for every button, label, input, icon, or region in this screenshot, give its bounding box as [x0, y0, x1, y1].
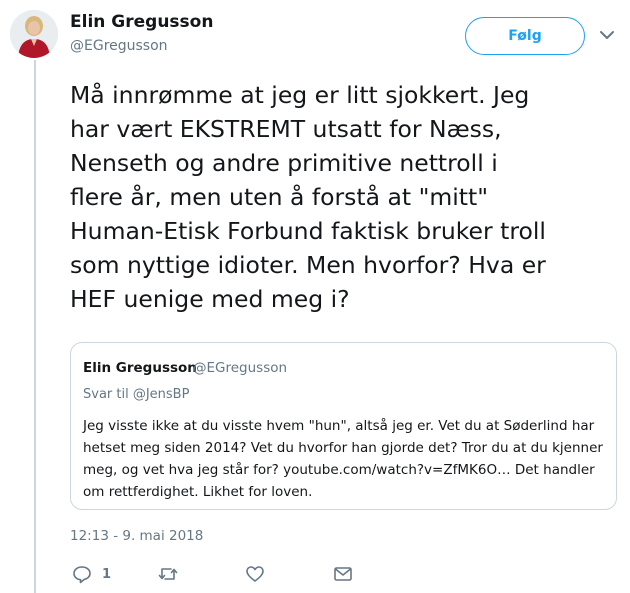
avatar[interactable]: [10, 10, 58, 58]
tweet-timestamp[interactable]: 12:13 - 9. mai 2018: [70, 528, 203, 544]
quoted-tweet[interactable]: Elin Gregusson @EGregusson Svar til @Jen…: [70, 342, 617, 510]
reply-icon: [73, 566, 91, 584]
reply-button[interactable]: 1: [72, 563, 111, 585]
author-name[interactable]: Elin Gregusson: [70, 12, 213, 32]
heart-icon: [246, 566, 264, 582]
envelope-icon: [334, 567, 352, 581]
retweet-icon: [158, 568, 178, 580]
thread-line: [34, 60, 36, 593]
chevron-down-icon[interactable]: [598, 26, 616, 44]
like-button[interactable]: [245, 563, 265, 585]
quoted-reply-to: Svar til @JensBP: [83, 387, 190, 402]
quoted-author-name: Elin Gregusson: [83, 360, 197, 376]
avatar-photo: [10, 10, 58, 58]
tweet-text: Må innrømme at jeg er litt sjokkert. Jeg…: [70, 81, 546, 313]
quoted-tweet-text: Jeg visste ikke at du visste hvem "hun",…: [83, 418, 603, 500]
direct-message-button[interactable]: [333, 563, 353, 585]
follow-button[interactable]: Følg: [465, 17, 585, 55]
retweet-button[interactable]: [158, 563, 178, 585]
quoted-author-handle: @EGregusson: [193, 360, 288, 376]
author-handle[interactable]: @EGregusson: [70, 38, 168, 54]
reply-count: 1: [102, 566, 112, 582]
